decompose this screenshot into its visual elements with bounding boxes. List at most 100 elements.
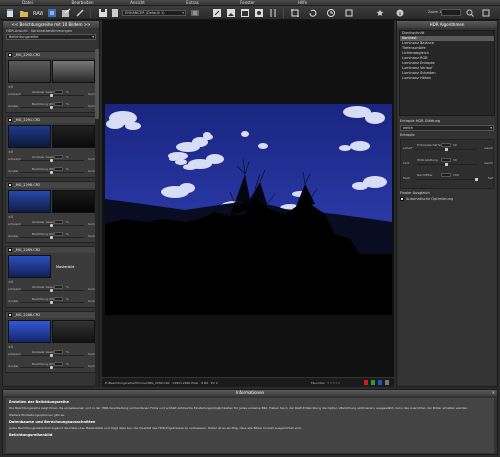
open-folder-icon[interactable] (19, 8, 29, 18)
list-scrollbar[interactable] (95, 49, 99, 387)
thumbnail (8, 190, 51, 213)
night-filter-slider[interactable] (475, 178, 478, 181)
strength-slider[interactable] (50, 224, 53, 227)
list-item[interactable]: _MG_2291.CR2 ±0 schwach Globaler Gewicht%… (5, 116, 96, 178)
panel-title[interactable]: << Belichtungsreihe mit 10 Bildern >> (3, 21, 99, 28)
fullscreen-icon[interactable] (344, 8, 354, 18)
exposure-field[interactable] (54, 232, 63, 236)
tone-icon[interactable] (268, 8, 278, 18)
menu-help[interactable]: Hilfe (275, 0, 330, 5)
exposure-slider[interactable] (50, 366, 53, 369)
document-icon[interactable] (110, 8, 120, 18)
crop-icon[interactable] (290, 8, 300, 18)
image-name: _MG_2288.CR2 (14, 313, 41, 317)
exposure-slider[interactable] (50, 301, 53, 304)
color-label-blue[interactable] (378, 380, 382, 385)
color-label-red[interactable] (364, 380, 368, 385)
hdr-algorithms-panel: HDR Algorithmen Durchschnitt Kontrast Lu… (396, 20, 498, 387)
exposure-field[interactable] (54, 102, 63, 106)
info-icon[interactable] (396, 9, 404, 17)
mask-thumbnail (52, 320, 95, 343)
exposure-field[interactable] (54, 362, 63, 366)
finish-title: Finaler Ausgleich (400, 191, 430, 195)
image-icon[interactable] (226, 8, 236, 18)
panel-title: HDR Algorithmen (397, 21, 497, 28)
exposure-series-panel: << Belichtungsreihe mit 10 Bildern >> HD… (2, 20, 100, 387)
hdr-smoothing-slider[interactable] (445, 163, 448, 166)
status-bar: E:/Belichtungsreihe/Himmel/IMG_2289.CR2 … (102, 377, 394, 387)
strength-field[interactable] (54, 220, 63, 224)
color-label-gray[interactable] (385, 380, 389, 385)
select-checkbox[interactable] (8, 248, 12, 252)
preset-select[interactable]: ENHANCER (Default 1) (122, 10, 186, 16)
strength-field[interactable] (54, 285, 63, 289)
image-name: _MG_2298.CR2 (14, 183, 41, 187)
list-item[interactable]: _MG_2288.CR2 ±0 schwach Globaler Gewicht%… (5, 311, 96, 373)
strength-field[interactable] (54, 155, 63, 159)
window-icon[interactable] (240, 8, 250, 18)
exposure-slider[interactable] (50, 106, 53, 109)
night-filter-field[interactable] (441, 173, 451, 177)
close-icon[interactable]: ✕ (492, 390, 495, 395)
brush-icon[interactable] (75, 8, 85, 18)
scrollbar-thumb[interactable] (95, 49, 99, 119)
list-item[interactable]: _MG_2298.CR2 ±0 schwach Globaler Gewicht%… (5, 181, 96, 243)
fit-icon[interactable] (482, 9, 490, 17)
hdr-preview-image[interactable] (105, 104, 392, 315)
file-info: E:/Belichtungsreihe/Himmel/IMG_2289.CR2 … (105, 381, 218, 385)
thumbnail (8, 320, 51, 343)
edit-icon[interactable] (212, 8, 222, 18)
exposure-slider[interactable] (50, 171, 53, 174)
exposure-field[interactable] (54, 167, 63, 171)
exposure-field[interactable] (54, 297, 63, 301)
menu-extras[interactable]: Extras (165, 0, 220, 5)
rating-stars[interactable]: ☆☆☆☆☆ (327, 381, 340, 385)
new-icon[interactable] (5, 8, 15, 18)
star-icon[interactable] (376, 9, 384, 17)
rotate-icon[interactable] (308, 8, 318, 18)
zoom-in-icon[interactable] (466, 9, 474, 17)
menu-window[interactable]: Fenster (220, 0, 275, 5)
master-badge: Masterbild (56, 265, 75, 269)
thumbnail (8, 255, 51, 278)
strength-field[interactable] (54, 90, 63, 94)
zoom-field[interactable] (441, 9, 461, 16)
history-icon[interactable] (326, 8, 336, 18)
save-icon[interactable] (98, 8, 108, 18)
menu-view[interactable]: Ansicht (110, 0, 165, 5)
preset-options-icon[interactable] (190, 8, 200, 18)
strength-slider[interactable] (50, 94, 53, 97)
export-icon[interactable] (61, 8, 71, 18)
strength-slider[interactable] (50, 159, 53, 162)
entropy-controls: scharf Entropieschärfe 50 weich hart HDR-Glä… (400, 139, 494, 189)
profile-icon[interactable] (254, 8, 264, 18)
algorithm-item[interactable]: Luminanz Höhen (400, 76, 494, 81)
menu-file[interactable]: Datei (0, 0, 55, 5)
algorithm-list: Durchschnitt Kontrast Luminanz Balance T… (399, 30, 495, 116)
strength-field[interactable] (54, 350, 63, 354)
image-name: _MG_2291.CR2 (14, 118, 41, 122)
select-checkbox[interactable] (8, 313, 12, 317)
strength-slider[interactable] (50, 354, 53, 357)
color-label-green[interactable] (371, 380, 375, 385)
entropy-sharpness-field[interactable] (441, 143, 451, 147)
select-checkbox[interactable] (8, 183, 12, 187)
list-item[interactable]: _MG_2289.CR2 Masterbild ±0 schwach Global… (5, 246, 96, 308)
favorites-label: Favoriten (311, 381, 325, 385)
entropy-sharpness-slider[interactable] (445, 148, 448, 151)
list-item[interactable]: _MG_2292.CR2 ±0 schwach Globaler Gewicht%… (5, 51, 96, 113)
info-paragraph: Jedes Belichtungsreihenbild ergänzt die … (9, 426, 302, 430)
exposure-slider[interactable] (50, 236, 53, 239)
image-name: _MG_2289.CR2 (14, 248, 41, 252)
view-dropdown[interactable]: Belichtungsreihe (6, 34, 96, 40)
menu-edit[interactable]: Bearbeiten (55, 0, 110, 5)
smoothing-dropdown[interactable]: weich (400, 125, 494, 131)
raw-icon[interactable]: RAW (33, 8, 43, 18)
select-checkbox[interactable] (8, 118, 12, 122)
batch-icon[interactable] (47, 8, 57, 18)
strength-slider[interactable] (50, 289, 53, 292)
select-checkbox[interactable] (8, 53, 12, 57)
preview-area: E:/Belichtungsreihe/Himmel/IMG_2289.CR2 … (102, 20, 394, 387)
auto-optimize-checkbox[interactable] (400, 197, 404, 201)
hdr-smoothing-field[interactable] (441, 158, 451, 162)
